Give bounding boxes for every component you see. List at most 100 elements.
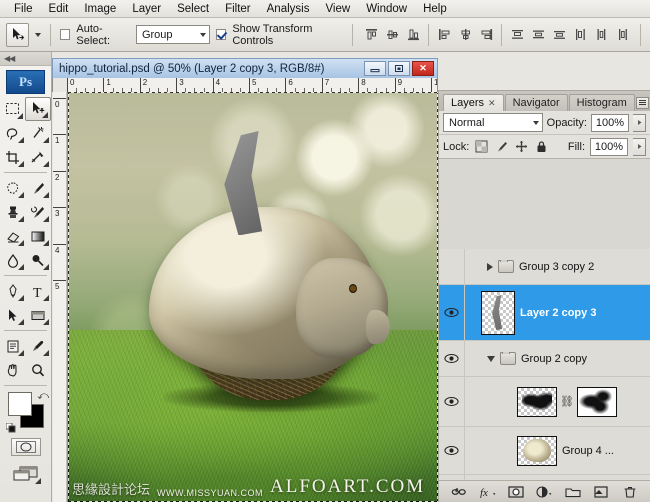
new-group-button[interactable] bbox=[564, 484, 582, 500]
swap-colors-icon[interactable]: ⤺ bbox=[37, 390, 49, 403]
dodge-tool[interactable] bbox=[26, 248, 52, 272]
menu-item-window[interactable]: Window bbox=[358, 2, 415, 16]
align-left-edges-button[interactable] bbox=[435, 26, 453, 44]
add-layer-mask-button[interactable] bbox=[507, 484, 525, 500]
distribute-left-edges-button[interactable] bbox=[571, 26, 589, 44]
add-layer-style-button[interactable]: fx bbox=[479, 484, 497, 500]
group-collapse-chevron-icon[interactable] bbox=[487, 356, 495, 362]
opacity-stepper[interactable] bbox=[633, 114, 646, 132]
layer-row-layer-2-copy-3[interactable]: Layer 2 copy 3 bbox=[439, 285, 650, 341]
foreground-color-swatch[interactable] bbox=[8, 392, 32, 416]
align-bottom-edges-button[interactable] bbox=[404, 26, 422, 44]
close-button[interactable]: ✕ bbox=[412, 61, 434, 76]
link-mask-icon[interactable]: ⛓ bbox=[562, 394, 572, 410]
history-brush-tool[interactable] bbox=[26, 200, 52, 224]
gradient-tool[interactable] bbox=[26, 224, 52, 248]
opacity-input[interactable]: 100% bbox=[591, 114, 629, 132]
layer-mask-thumbnail[interactable] bbox=[577, 387, 617, 417]
layer-thumbnail[interactable] bbox=[517, 387, 557, 417]
link-layers-button[interactable] bbox=[450, 484, 468, 500]
align-vertical-centers-button[interactable] bbox=[383, 26, 401, 44]
magic-wand-tool[interactable] bbox=[26, 121, 52, 145]
align-right-edges-button[interactable] bbox=[477, 26, 495, 44]
distribute-bottom-edges-button[interactable] bbox=[550, 26, 568, 44]
restore-button[interactable] bbox=[388, 61, 410, 76]
visibility-toggle[interactable] bbox=[439, 249, 465, 284]
horizontal-ruler[interactable]: 012345678910 bbox=[52, 78, 438, 92]
rectangle-shape-tool[interactable] bbox=[26, 303, 52, 327]
align-horizontal-centers-button[interactable] bbox=[456, 26, 474, 44]
notes-tool[interactable] bbox=[0, 334, 26, 358]
move-tool-icon[interactable] bbox=[6, 23, 29, 47]
align-top-edges-button[interactable] bbox=[362, 26, 380, 44]
layer-row-group-4[interactable]: Group 4 ... bbox=[439, 427, 650, 475]
quick-mask-mode-icon[interactable] bbox=[11, 438, 41, 456]
fill-stepper[interactable] bbox=[633, 138, 646, 156]
hand-tool[interactable] bbox=[0, 358, 26, 382]
pen-tool[interactable] bbox=[0, 279, 26, 303]
type-tool[interactable]: T bbox=[26, 279, 52, 303]
eraser-tool[interactable] bbox=[0, 224, 26, 248]
eyedropper-tool[interactable] bbox=[26, 334, 52, 358]
crop-tool[interactable] bbox=[0, 145, 26, 169]
menu-item-image[interactable]: Image bbox=[76, 2, 124, 16]
tab-layers[interactable]: Layers ✕ bbox=[443, 94, 504, 111]
canvas-scroll-area[interactable]: 思緣設計论坛 WWW.MISSYUAN.COM ALFOART.COM bbox=[67, 92, 438, 502]
zoom-tool[interactable] bbox=[26, 358, 52, 382]
brush-tool[interactable] bbox=[26, 176, 52, 200]
auto-select-checkbox[interactable] bbox=[60, 29, 70, 40]
toolbox-grip[interactable]: ◀◀ bbox=[0, 52, 51, 66]
visibility-toggle[interactable] bbox=[439, 377, 465, 426]
layer-row-group-3-copy-2[interactable]: Group 3 copy 2 bbox=[439, 249, 650, 285]
new-adjustment-layer-button[interactable] bbox=[535, 484, 553, 500]
tool-preset-chevron-icon[interactable] bbox=[35, 33, 41, 37]
clone-stamp-tool[interactable] bbox=[0, 200, 26, 224]
menu-item-filter[interactable]: Filter bbox=[217, 2, 259, 16]
menu-item-select[interactable]: Select bbox=[169, 2, 217, 16]
healing-brush-tool[interactable] bbox=[0, 176, 26, 200]
distribute-right-edges-button[interactable] bbox=[613, 26, 631, 44]
path-selection-tool[interactable] bbox=[0, 303, 26, 327]
delete-layer-button[interactable] bbox=[621, 484, 639, 500]
tab-navigator[interactable]: Navigator bbox=[505, 94, 568, 111]
minimize-button[interactable] bbox=[364, 61, 386, 76]
menu-item-layer[interactable]: Layer bbox=[124, 2, 169, 16]
panel-menu-button[interactable] bbox=[636, 97, 650, 111]
tab-histogram[interactable]: Histogram bbox=[569, 94, 635, 111]
visibility-toggle[interactable] bbox=[439, 341, 465, 376]
blend-mode-dropdown[interactable]: Normal bbox=[443, 113, 543, 132]
fill-input[interactable]: 100% bbox=[590, 138, 628, 156]
menu-item-file[interactable]: File bbox=[6, 2, 41, 16]
show-transform-controls-checkbox[interactable] bbox=[216, 29, 226, 40]
auto-select-scope-dropdown[interactable]: Group bbox=[136, 25, 210, 44]
menu-item-help[interactable]: Help bbox=[415, 2, 455, 16]
default-colors-icon[interactable] bbox=[6, 423, 16, 433]
layer-row-group-2-copy[interactable]: Group 2 copy bbox=[439, 341, 650, 377]
close-icon[interactable]: ✕ bbox=[488, 98, 496, 109]
menu-item-view[interactable]: View bbox=[317, 2, 358, 16]
menu-item-edit[interactable]: Edit bbox=[41, 2, 77, 16]
change-screen-mode-icon[interactable] bbox=[9, 462, 43, 486]
image-canvas[interactable]: 思緣設計论坛 WWW.MISSYUAN.COM ALFOART.COM bbox=[68, 92, 438, 502]
move-tool[interactable] bbox=[25, 97, 51, 121]
layer-thumbnail[interactable] bbox=[481, 291, 515, 335]
rectangular-marquee-tool[interactable] bbox=[0, 97, 25, 121]
visibility-toggle[interactable] bbox=[439, 427, 465, 474]
layer-row-masked-ink[interactable]: ⛓ bbox=[439, 377, 650, 427]
lock-transparent-pixels-icon[interactable] bbox=[474, 140, 488, 154]
distribute-horizontal-centers-button[interactable] bbox=[592, 26, 610, 44]
group-expand-chevron-icon[interactable] bbox=[487, 263, 493, 271]
lasso-tool[interactable] bbox=[0, 121, 26, 145]
layers-list[interactable]: Group 3 copy 2 Layer 2 copy 3 bbox=[439, 249, 650, 480]
layer-thumbnail[interactable] bbox=[517, 436, 557, 466]
slice-tool[interactable] bbox=[26, 145, 52, 169]
distribute-vertical-centers-button[interactable] bbox=[529, 26, 547, 44]
lock-position-icon[interactable] bbox=[514, 140, 528, 154]
distribute-top-edges-button[interactable] bbox=[508, 26, 526, 44]
vertical-ruler[interactable]: 012345 bbox=[53, 92, 67, 502]
new-layer-button[interactable] bbox=[592, 484, 610, 500]
document-title-bar[interactable]: hippo_tutorial.psd @ 50% (Layer 2 copy 3… bbox=[52, 58, 438, 78]
menu-item-analysis[interactable]: Analysis bbox=[259, 2, 318, 16]
blur-tool[interactable] bbox=[0, 248, 26, 272]
visibility-toggle[interactable] bbox=[439, 285, 465, 340]
